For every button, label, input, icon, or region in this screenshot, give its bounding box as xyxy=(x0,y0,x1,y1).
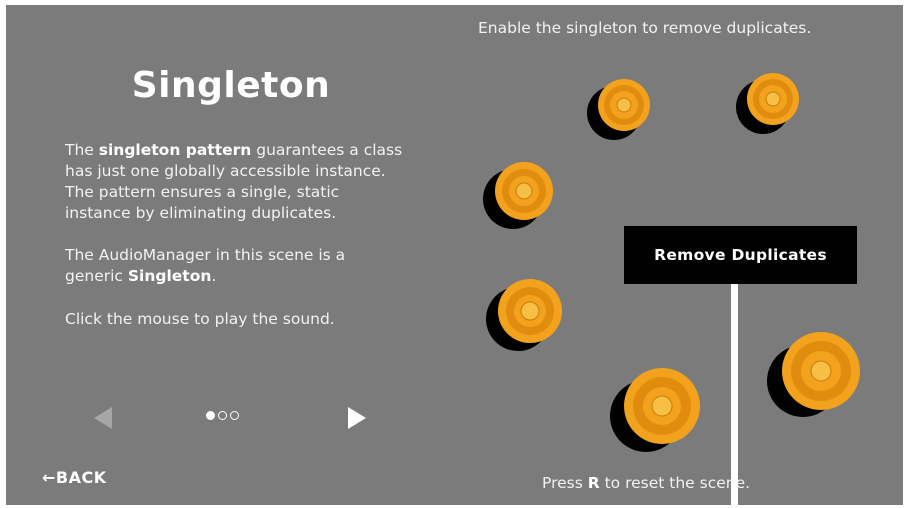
description-paragraph-1: The singleton pattern guarantees a class… xyxy=(65,141,403,222)
speaker-5[interactable] xyxy=(606,360,708,456)
remove-duplicates-button[interactable]: Remove Duplicates xyxy=(624,226,857,284)
speaker-6[interactable] xyxy=(761,327,867,423)
reset-key: R xyxy=(587,474,600,492)
page-dot-2 xyxy=(218,411,227,420)
game-scene[interactable]: Singleton The singleton pattern guarante… xyxy=(6,5,903,505)
back-button[interactable]: ←BACK xyxy=(42,468,107,487)
speaker-4[interactable] xyxy=(482,273,568,357)
singleton-term: Singleton xyxy=(127,267,212,285)
singleton-pattern-term: singleton pattern xyxy=(98,141,252,159)
description-paragraph-3: Click the mouse to play the sound. xyxy=(65,310,335,328)
speaker-2[interactable] xyxy=(733,67,805,137)
page-dot-1 xyxy=(206,411,215,420)
page-title: Singleton xyxy=(131,65,331,106)
page-indicator xyxy=(206,411,239,420)
button-pole xyxy=(731,284,738,505)
page-dot-3 xyxy=(230,411,239,420)
speaker-1[interactable] xyxy=(584,73,656,143)
next-page-button[interactable] xyxy=(348,407,366,429)
reset-hint: Press R to reset the scene. xyxy=(542,474,751,492)
top-hint: Enable the singleton to remove duplicate… xyxy=(478,19,812,37)
speaker-3[interactable] xyxy=(480,157,560,235)
previous-page-button[interactable] xyxy=(94,407,112,429)
description-paragraph-2: The AudioManager in this scene is a gene… xyxy=(65,246,346,285)
